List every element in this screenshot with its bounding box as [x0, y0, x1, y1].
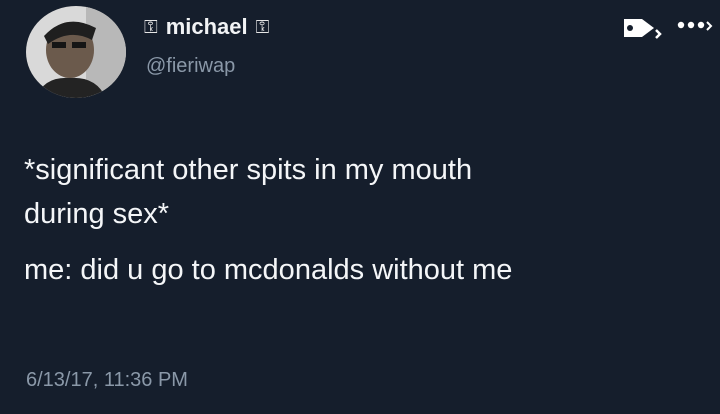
tweet-text: *significant other spits in my mouth dur…: [24, 148, 704, 292]
tag-button[interactable]: [620, 10, 666, 46]
more-dots-icon: [677, 21, 713, 31]
key-icon: ⚿: [255, 16, 270, 37]
author-handle[interactable]: @fieriwap: [146, 55, 235, 78]
tag-icon: [624, 19, 662, 39]
tweet-text-line: me: did u go to mcdonalds without me: [24, 254, 513, 286]
avatar-photo: [26, 6, 126, 98]
tweet-card: ⚿ michael ⚿ @fieriwap *significant other…: [0, 0, 720, 414]
tweet-text-line: during sex*: [24, 198, 170, 230]
avatar[interactable]: [26, 6, 126, 98]
tweet-timestamp[interactable]: 6/13/17, 11:36 PM: [26, 369, 188, 392]
author-name-row[interactable]: ⚿ michael ⚿: [144, 14, 269, 40]
key-icon: ⚿: [144, 16, 158, 37]
more-options-button[interactable]: [672, 12, 716, 38]
author-display-name: michael: [165, 14, 248, 39]
tweet-text-line: *significant other spits in my mouth: [24, 154, 473, 186]
